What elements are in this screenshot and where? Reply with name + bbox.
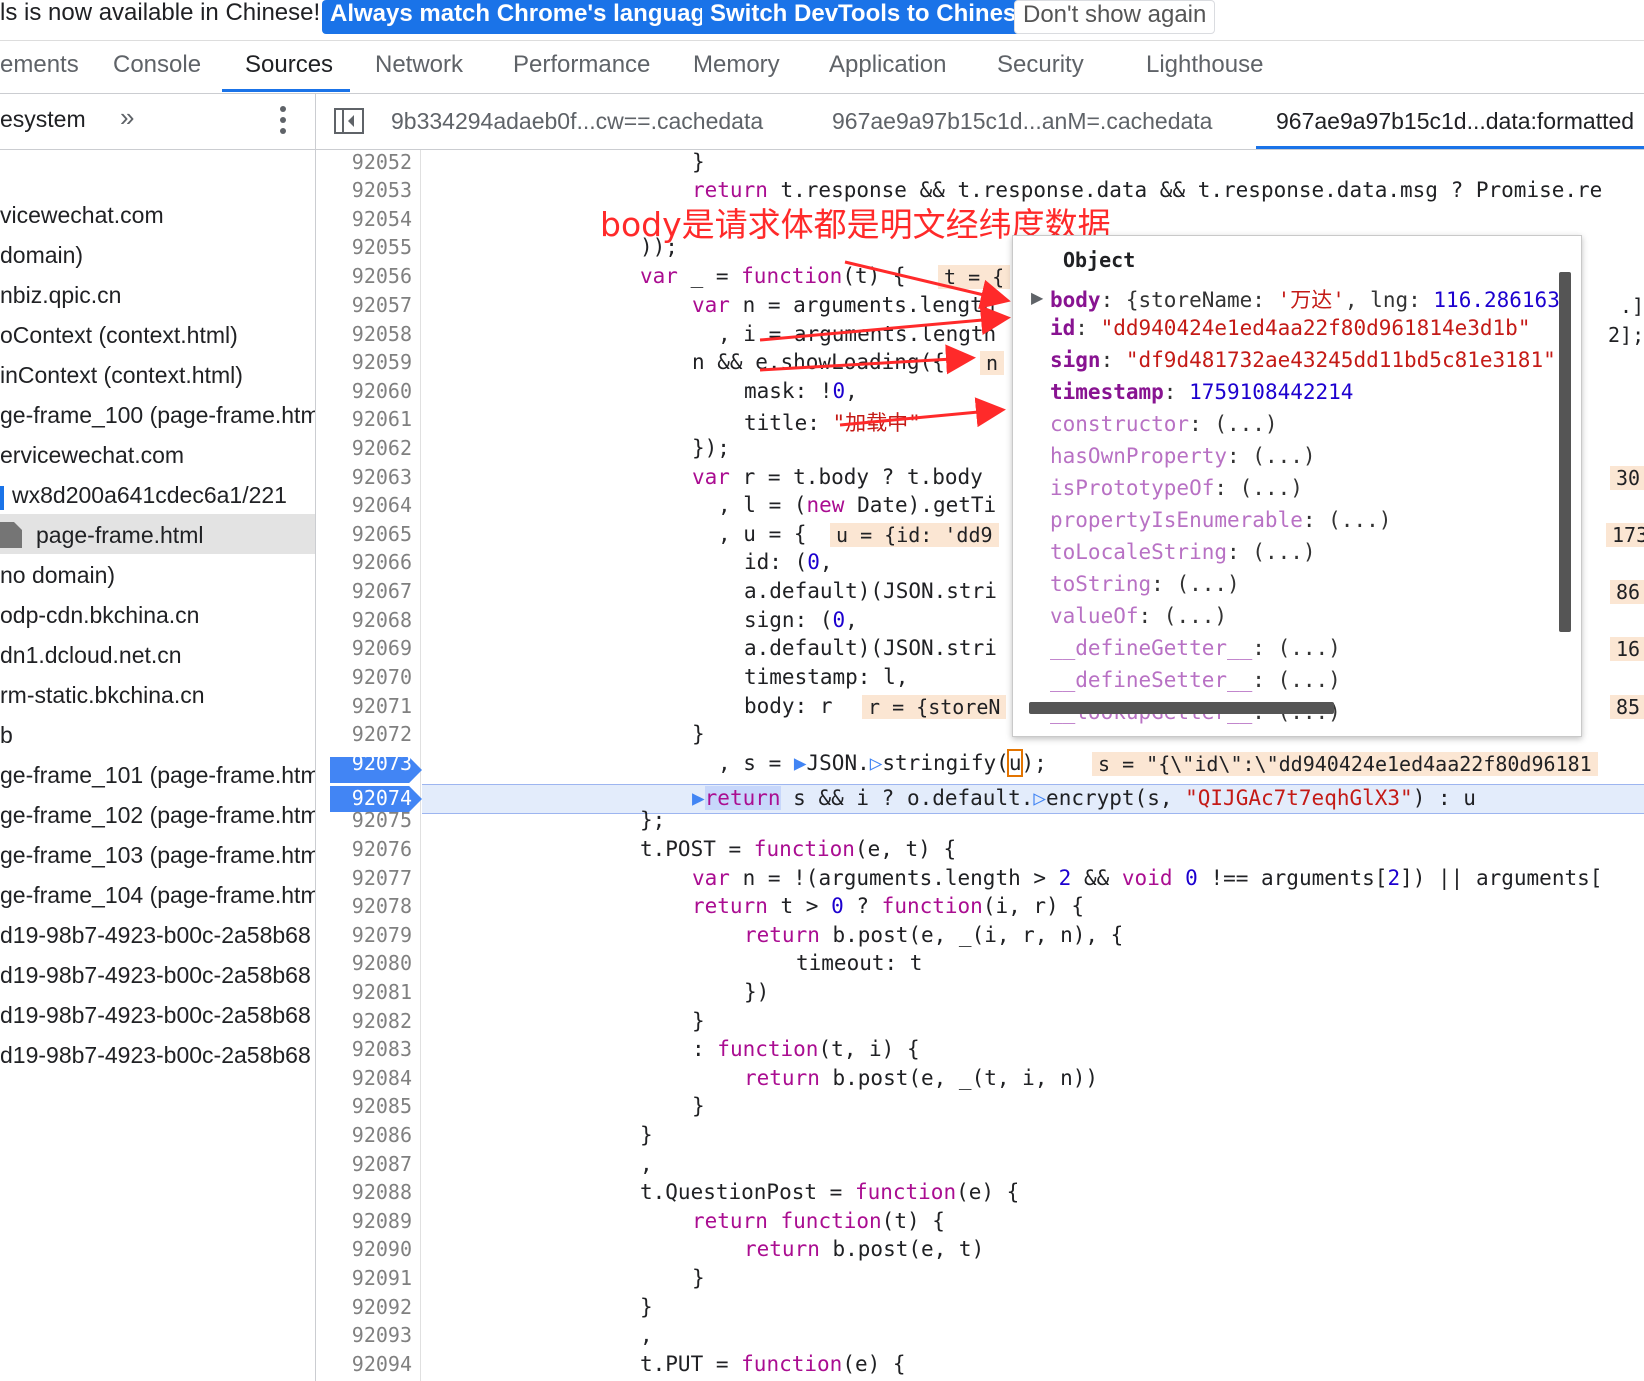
- proto-property[interactable]: __defineSetter__: (...): [1050, 668, 1341, 692]
- popover-vertical-scrollbar[interactable]: [1559, 272, 1571, 632]
- red-arrow-icon: [759, 305, 1011, 342]
- proto-property[interactable]: toLocaleString: (...): [1050, 540, 1316, 564]
- proto-property[interactable]: toString: (...): [1050, 572, 1240, 596]
- red-arrow-icon: [839, 397, 1006, 428]
- proto-property[interactable]: isPrototypeOf: (...): [1050, 476, 1303, 500]
- property-id[interactable]: id: "dd940424e1ed4aa22f80d961814e3d1b": [1050, 316, 1530, 340]
- proto-property[interactable]: propertyIsEnumerable: (...): [1050, 508, 1391, 532]
- proto-property[interactable]: constructor: (...): [1050, 412, 1278, 436]
- red-arrow-icon: [759, 344, 976, 375]
- expand-triangle-icon[interactable]: ▶: [1031, 288, 1043, 308]
- property-body[interactable]: body: {storeName: '万达', lng: 116.2861633: [1050, 284, 1572, 314]
- object-preview-popover[interactable]: Object ▶ body: {storeName: '万达', lng: 11…: [1012, 235, 1582, 737]
- popover-horizontal-scrollbar[interactable]: [1029, 702, 1334, 714]
- popover-title: Object: [1063, 248, 1136, 272]
- proto-property[interactable]: hasOwnProperty: (...): [1050, 444, 1316, 468]
- property-timestamp[interactable]: timestamp: 1759108442214: [1050, 380, 1353, 404]
- proto-property[interactable]: __defineGetter__: (...): [1050, 636, 1341, 660]
- property-sign[interactable]: sign: "df9d481732ae43245dd11bd5c81e3181": [1050, 348, 1556, 372]
- red-arrow-icon: [844, 260, 1011, 310]
- proto-property[interactable]: valueOf: (...): [1050, 604, 1227, 628]
